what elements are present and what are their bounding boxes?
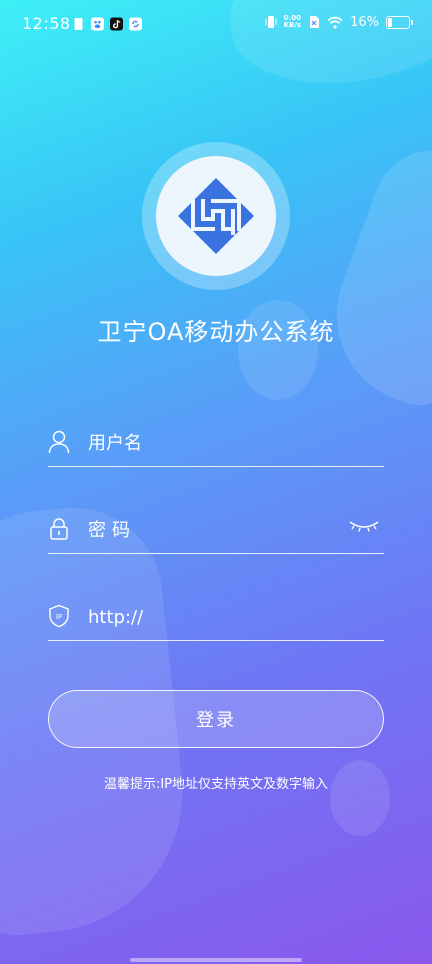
app-title: 卫宁OA移动办公系统 <box>97 318 335 346</box>
logo-icon <box>178 178 254 254</box>
ip-input[interactable] <box>88 602 338 632</box>
background-shape <box>330 760 390 836</box>
username-field <box>48 418 384 467</box>
user-icon <box>48 430 70 454</box>
ip-shield-icon: IP <box>49 604 69 628</box>
status-bar: 12:58 0.00 KB/s 16% <box>0 0 432 52</box>
app-logo <box>156 156 276 276</box>
username-input[interactable] <box>88 428 338 458</box>
system-icons: 0.00 KB/s 16% <box>265 14 413 30</box>
baidu-icon <box>91 17 104 31</box>
password-input[interactable] <box>88 515 338 545</box>
eye-closed-icon[interactable] <box>348 515 380 535</box>
battery-percent: 16% <box>350 14 379 30</box>
home-indicator[interactable] <box>130 958 302 962</box>
ip-field: IP <box>48 592 384 641</box>
network-speed: 0.00 KB/s <box>284 15 301 29</box>
network-speed-unit: KB/s <box>283 21 302 29</box>
wifi-icon <box>327 16 343 29</box>
background-shape <box>311 133 432 417</box>
tiktok-icon <box>110 17 123 31</box>
vibrate-icon <box>265 16 277 28</box>
battery-fill <box>388 17 392 27</box>
password-field <box>48 505 384 554</box>
svg-text:IP: IP <box>56 613 62 621</box>
battery-icon <box>386 15 413 29</box>
sync-icon <box>129 17 142 31</box>
status-time: 12:58 <box>22 14 71 33</box>
sim-status-icon <box>310 16 320 28</box>
ip-hint: 温馨提示:IP地址仅支持英文及数字输入 <box>103 777 329 792</box>
notification-icons <box>72 17 142 31</box>
lock-icon <box>50 518 68 540</box>
sim-icon <box>74 18 83 30</box>
login-button[interactable]: 登录 <box>48 690 384 748</box>
